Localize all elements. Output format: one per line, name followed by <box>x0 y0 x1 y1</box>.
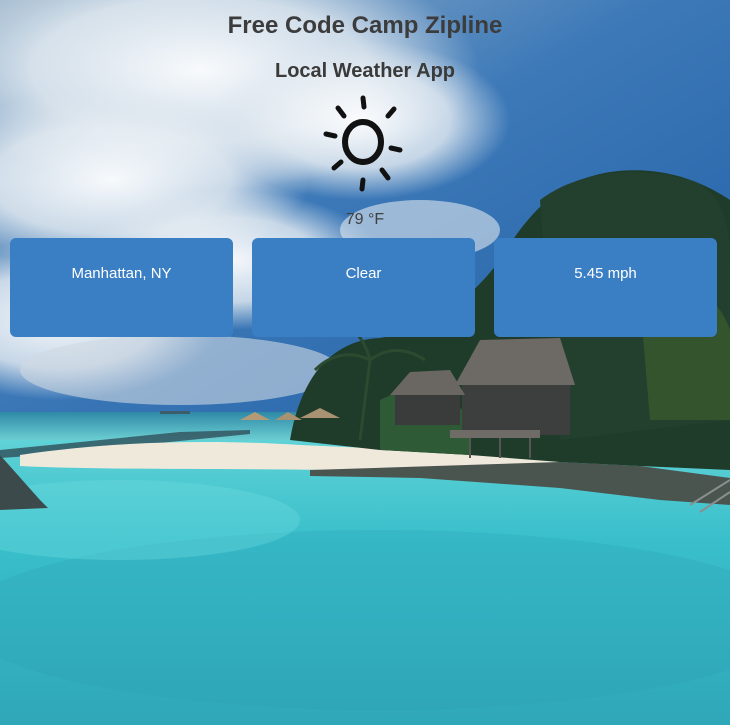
sun-icon <box>322 92 404 194</box>
location-label: Manhattan, NY <box>71 265 172 282</box>
wind-speed-label: 5.45 mph <box>574 265 637 282</box>
weather-app: Free Code Camp Zipline Local Weather App… <box>0 0 730 725</box>
temperature-readout: 79 °F <box>345 211 385 228</box>
location-card: Manhattan, NY <box>10 238 233 337</box>
page-subtitle: Local Weather App <box>274 60 456 82</box>
wind-card: 5.45 mph <box>494 238 717 337</box>
condition-card: Clear <box>252 238 475 337</box>
page-title: Free Code Camp Zipline <box>227 12 503 39</box>
condition-label: Clear <box>345 265 382 282</box>
